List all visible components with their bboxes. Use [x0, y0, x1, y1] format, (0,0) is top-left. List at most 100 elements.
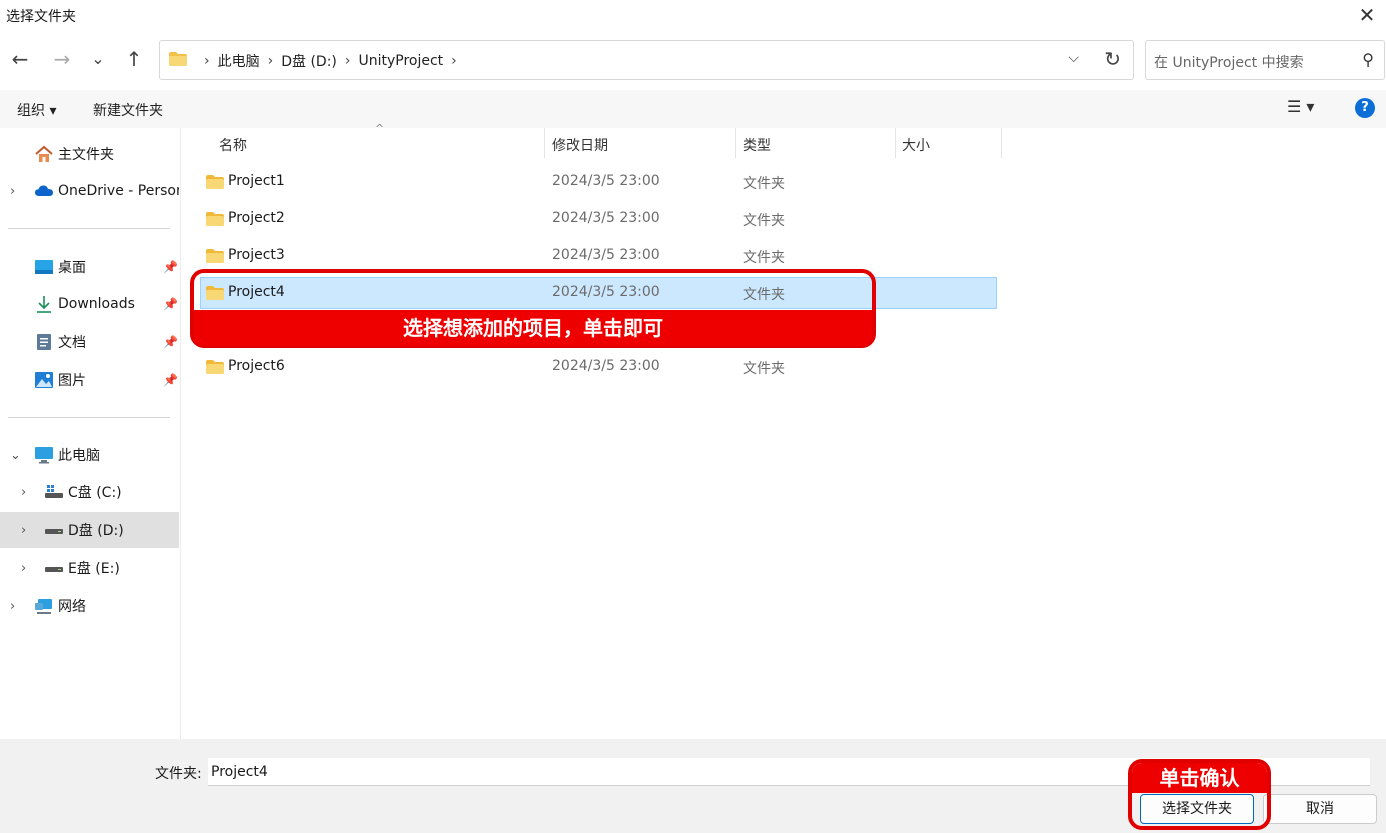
- breadcrumb-this-pc[interactable]: 此电脑: [218, 51, 260, 71]
- sidebar-item-c-drive[interactable]: › C盘 (C:): [0, 474, 179, 510]
- sidebar-item-this-pc[interactable]: ⌄ 此电脑: [0, 437, 179, 473]
- folder-icon: [206, 249, 224, 263]
- breadcrumb-separator[interactable]: ›: [345, 53, 351, 69]
- file-name: Project1: [228, 173, 285, 189]
- navigation-bar: ← → ⌄ ↑ › 此电脑 › D盘 (D:) › UnityProject ›…: [0, 30, 1386, 90]
- sidebar-item-downloads[interactable]: Downloads 📌: [0, 286, 179, 322]
- file-row-project2[interactable]: Project2 2024/3/5 23:00 文件夹: [200, 203, 997, 235]
- sidebar-item-label: 桌面: [58, 260, 86, 276]
- file-name: Project3: [228, 247, 285, 263]
- sidebar-item-documents[interactable]: 文档 📌: [0, 324, 179, 360]
- column-header-name[interactable]: 名称: [219, 135, 247, 155]
- confirm-hint-banner: 单击确认: [1132, 763, 1267, 793]
- system-drive-icon: [45, 485, 63, 498]
- refresh-icon[interactable]: ↻: [1104, 47, 1121, 71]
- expand-chevron-icon[interactable]: ›: [21, 523, 26, 538]
- folder-field-label: 文件夹:: [155, 766, 202, 782]
- sidebar-item-label: 图片: [58, 373, 86, 389]
- expand-chevron-icon[interactable]: ›: [21, 485, 26, 500]
- file-row-project6[interactable]: Project6 2024/3/5 23:00 文件夹: [200, 351, 997, 383]
- recent-locations-chevron-icon[interactable]: ⌄: [85, 46, 111, 72]
- breadcrumb: › 此电脑 › D盘 (D:) › UnityProject ›: [196, 51, 465, 71]
- breadcrumb-separator[interactable]: ›: [451, 53, 457, 69]
- breadcrumb-separator: ›: [204, 53, 210, 69]
- search-box[interactable]: 在 UnityProject 中搜索 ⚲: [1145, 40, 1385, 80]
- sidebar-item-e-drive[interactable]: › E盘 (E:): [0, 550, 179, 586]
- organize-menu-button[interactable]: 组织 ▾: [17, 100, 56, 120]
- sidebar-item-pictures[interactable]: 图片 📌: [0, 362, 179, 398]
- sidebar-item-label: 网络: [58, 599, 86, 615]
- sidebar-item-onedrive[interactable]: › OneDrive - Persona: [0, 173, 179, 209]
- folder-icon: [169, 52, 187, 66]
- new-folder-button[interactable]: 新建文件夹: [93, 100, 163, 120]
- folder-icon: [206, 175, 224, 189]
- search-placeholder[interactable]: 在 UnityProject 中搜索: [1154, 52, 1304, 72]
- file-date: 2024/3/5 23:00: [552, 247, 660, 263]
- column-divider[interactable]: [895, 128, 896, 158]
- help-icon[interactable]: ?: [1355, 98, 1375, 118]
- breadcrumb-d-drive[interactable]: D盘 (D:): [281, 51, 337, 71]
- cancel-button[interactable]: 取消: [1263, 794, 1377, 824]
- picture-icon: [35, 372, 53, 388]
- breadcrumb-unityproject[interactable]: UnityProject: [358, 53, 443, 69]
- back-arrow-icon[interactable]: ←: [7, 46, 33, 72]
- expand-chevron-icon[interactable]: ›: [10, 599, 15, 614]
- expand-chevron-icon[interactable]: ›: [10, 184, 15, 199]
- sidebar-item-label: Downloads: [58, 296, 135, 312]
- sidebar-item-d-drive[interactable]: › D盘 (D:): [0, 512, 179, 548]
- desktop-icon: [35, 260, 53, 274]
- sidebar-item-desktop[interactable]: 桌面 📌: [0, 249, 179, 285]
- file-type: 文件夹: [743, 213, 785, 229]
- window-title: 选择文件夹: [6, 9, 76, 25]
- column-header-modified[interactable]: 修改日期: [552, 135, 608, 155]
- sidebar-item-label: 文档: [58, 335, 86, 351]
- select-hint-banner: 选择想添加的项目，单击即可: [194, 310, 872, 346]
- folder-icon: [206, 212, 224, 226]
- drive-icon: [45, 567, 63, 572]
- collapse-chevron-icon[interactable]: ⌄: [10, 448, 21, 463]
- pin-icon[interactable]: 📌: [163, 373, 178, 387]
- folder-icon: [206, 360, 224, 374]
- file-list: 名称 ^ 修改日期 类型 大小 Project1 2024/3/5 23:00 …: [182, 122, 1386, 739]
- document-icon: [37, 334, 51, 350]
- confirm-hint-annotation: 单击确认: [1128, 759, 1271, 830]
- pin-icon[interactable]: 📌: [163, 335, 178, 349]
- sidebar-item-label: D盘 (D:): [68, 523, 124, 539]
- sidebar-item-label: E盘 (E:): [68, 561, 120, 577]
- file-date: 2024/3/5 23:00: [552, 173, 660, 189]
- file-row-project3[interactable]: Project3 2024/3/5 23:00 文件夹: [200, 240, 997, 272]
- drive-icon: [45, 529, 63, 534]
- file-name: Project2: [228, 210, 285, 226]
- network-icon: [35, 599, 52, 614]
- column-header-type[interactable]: 类型: [743, 135, 771, 155]
- sidebar-item-network[interactable]: › 网络: [0, 588, 179, 624]
- computer-icon: [35, 447, 53, 464]
- file-row-project1[interactable]: Project1 2024/3/5 23:00 文件夹: [200, 166, 997, 198]
- column-divider[interactable]: [544, 128, 545, 158]
- address-bar[interactable]: › 此电脑 › D盘 (D:) › UnityProject › ⌵ ↻: [159, 40, 1134, 80]
- address-dropdown-icon[interactable]: ⌵: [1068, 50, 1079, 66]
- up-arrow-icon[interactable]: ↑: [121, 46, 147, 72]
- file-type: 文件夹: [743, 250, 785, 266]
- pin-icon[interactable]: 📌: [163, 260, 178, 274]
- home-icon: [35, 145, 53, 162]
- title-bar: 选择文件夹 ✕: [0, 0, 1386, 30]
- breadcrumb-separator[interactable]: ›: [268, 53, 274, 69]
- view-options-icon[interactable]: ☰ ▾: [1287, 97, 1314, 116]
- sidebar-divider: [8, 228, 170, 229]
- forward-arrow-icon[interactable]: →: [49, 46, 75, 72]
- pin-icon[interactable]: 📌: [163, 297, 178, 311]
- column-header-row: 名称 ^ 修改日期 类型 大小: [182, 122, 1002, 158]
- column-divider[interactable]: [1001, 128, 1002, 158]
- sidebar-item-label: C盘 (C:): [68, 485, 122, 501]
- column-divider[interactable]: [735, 128, 736, 158]
- column-header-size[interactable]: 大小: [902, 135, 930, 155]
- select-hint-annotation: 选择想添加的项目，单击即可: [190, 269, 876, 348]
- sidebar-item-home[interactable]: 主文件夹: [0, 136, 179, 172]
- file-name: Project6: [228, 358, 285, 374]
- sidebar-item-label: 主文件夹: [58, 147, 114, 163]
- expand-chevron-icon[interactable]: ›: [21, 561, 26, 576]
- search-icon[interactable]: ⚲: [1362, 50, 1374, 69]
- close-icon[interactable]: ✕: [1354, 2, 1380, 28]
- navigation-pane: 主文件夹 › OneDrive - Persona 桌面 📌 Downloads…: [0, 128, 181, 739]
